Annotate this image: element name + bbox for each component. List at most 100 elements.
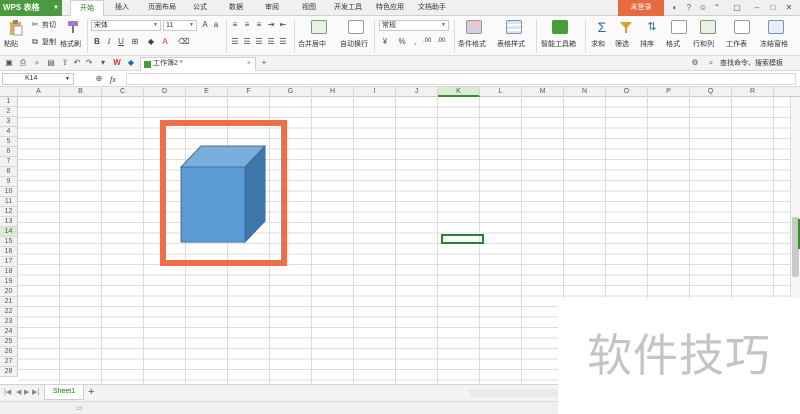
name-box[interactable]: K14 ▼ [2, 73, 74, 85]
sum-button[interactable]: 求和 [591, 40, 605, 49]
row-header[interactable]: 8 [0, 167, 18, 177]
decrease-font-icon[interactable]: a [211, 20, 221, 30]
freeze-panes-button[interactable]: 冻结窗格 [760, 40, 788, 49]
column-header-F[interactable]: F [228, 87, 270, 97]
minimize-icon[interactable]: – [752, 3, 762, 13]
align-middle-icon[interactable]: ≡ [242, 20, 252, 30]
table-style-button[interactable]: 表格样式 [497, 40, 525, 49]
tab-page-layout[interactable]: 页面布局 [142, 0, 182, 16]
row-header[interactable]: 10 [0, 187, 18, 197]
add-sheet-icon[interactable]: + [88, 386, 94, 398]
justify-icon[interactable]: ☰ [266, 37, 276, 47]
search-icon[interactable]: ⌕ [706, 58, 716, 68]
app-menu-button[interactable]: WPS 表格 ▼ [0, 0, 62, 16]
cloud-icon[interactable]: ◆ [126, 58, 136, 68]
row-header[interactable]: 21 [0, 297, 18, 307]
distribute-icon[interactable]: ☰ [278, 37, 288, 47]
tab-developer[interactable]: 开发工具 [328, 0, 368, 16]
decrease-decimal-button[interactable]: .00 [437, 37, 445, 46]
row-header[interactable]: 28 [0, 367, 18, 377]
document-tab[interactable]: 工作簿2 * × [140, 57, 256, 71]
font-color-button[interactable]: A [160, 37, 170, 47]
sum-icon[interactable]: Σ [595, 20, 609, 34]
row-header[interactable]: 26 [0, 347, 18, 357]
settings-icon[interactable]: ⚙ [690, 58, 700, 68]
sort-button[interactable]: 排序 [640, 40, 654, 49]
row-header[interactable]: 2 [0, 107, 18, 117]
currency-button[interactable]: ¥ [380, 37, 390, 47]
row-header[interactable]: 11 [0, 197, 18, 207]
select-all-corner[interactable] [0, 87, 18, 97]
conditional-format-icon[interactable] [466, 20, 482, 34]
cut-button[interactable]: 剪切 [42, 21, 56, 30]
row-header[interactable]: 17 [0, 257, 18, 267]
tab-special[interactable]: 特色应用 [370, 0, 410, 16]
row-header[interactable]: 22 [0, 307, 18, 317]
tab-view[interactable]: 视图 [295, 0, 323, 16]
new-tab-icon[interactable]: + [259, 58, 269, 68]
indent-icon[interactable]: ⇥ [266, 20, 276, 30]
paste-icon[interactable] [8, 20, 24, 36]
row-header[interactable]: 4 [0, 127, 18, 137]
bold-button[interactable]: B [92, 37, 102, 47]
clear-format-icon[interactable]: ⌫ [178, 37, 189, 47]
tab-doc-assistant[interactable]: 文档助手 [412, 0, 452, 16]
help-icon[interactable]: ? [684, 3, 694, 13]
smart-toolbox-icon[interactable] [552, 20, 568, 34]
feedback-icon[interactable]: ☺ [698, 3, 708, 13]
collapse-ribbon-icon[interactable]: ⌃ [712, 3, 722, 13]
row-header[interactable]: 15 [0, 237, 18, 247]
table-style-icon[interactable] [506, 20, 522, 34]
function-button[interactable]: fx [110, 75, 116, 84]
font-name-select[interactable]: 宋体 ▼ [91, 20, 161, 31]
percent-button[interactable]: % [397, 37, 407, 47]
row-header[interactable]: 6 [0, 147, 18, 157]
align-bottom-icon[interactable]: ≡ [254, 20, 264, 30]
skin-icon[interactable]: ◐ [670, 3, 680, 13]
format-button[interactable]: 格式 [666, 40, 680, 49]
underline-button[interactable]: U [116, 37, 126, 47]
align-left-icon[interactable]: ☰ [230, 37, 240, 47]
restore-window-icon[interactable]: ▢ [732, 3, 742, 13]
undo-icon[interactable]: ↶ [72, 58, 82, 68]
format-icon[interactable] [671, 20, 687, 34]
align-right-icon[interactable]: ☰ [254, 37, 264, 47]
close-icon[interactable]: ✕ [784, 3, 794, 13]
column-header-A[interactable]: A [18, 87, 60, 97]
selected-cell-K14[interactable] [441, 234, 484, 244]
worksheet-icon[interactable] [734, 20, 750, 34]
last-sheet-icon[interactable]: ▶| [32, 388, 39, 396]
row-header[interactable]: 20 [0, 287, 18, 297]
sheet-tab[interactable]: Sheet1 [44, 385, 84, 400]
maximize-icon[interactable]: □ [768, 3, 778, 13]
row-header[interactable]: 24 [0, 327, 18, 337]
column-header-L[interactable]: L [480, 87, 522, 97]
row-header-selected[interactable]: 14 [0, 227, 18, 237]
tab-insert[interactable]: 插入 [108, 0, 136, 16]
column-header-I[interactable]: I [354, 87, 396, 97]
tab-review[interactable]: 审阅 [258, 0, 286, 16]
column-header-M[interactable]: M [522, 87, 564, 97]
font-size-select[interactable]: 11 ▼ [163, 20, 197, 31]
export-pdf-icon[interactable]: ▤ [46, 58, 56, 68]
row-column-button[interactable]: 行和列 [693, 40, 714, 49]
redo-icon[interactable]: ↷ [84, 58, 94, 68]
save-icon[interactable]: ▣ [4, 58, 14, 68]
tab-home[interactable]: 开始 [70, 0, 104, 16]
column-header-K[interactable]: K [438, 87, 480, 97]
close-tab-icon[interactable]: × [247, 58, 251, 70]
sort-icon[interactable]: ⇅ [645, 20, 659, 34]
tab-data[interactable]: 数据 [222, 0, 250, 16]
next-sheet-icon[interactable]: ▶ [24, 388, 29, 396]
column-header-G[interactable]: G [270, 87, 312, 97]
wrap-text-button[interactable]: 自动换行 [340, 40, 368, 49]
column-header-Q[interactable]: Q [690, 87, 732, 97]
tab-formulas[interactable]: 公式 [186, 0, 214, 16]
prev-sheet-icon[interactable]: ◀ [16, 388, 21, 396]
align-center-icon[interactable]: ☰ [242, 37, 252, 47]
zoom-icon[interactable]: ⊕ [94, 74, 104, 84]
row-header[interactable]: 7 [0, 157, 18, 167]
row-header[interactable]: 18 [0, 267, 18, 277]
formula-input[interactable] [126, 73, 796, 85]
share-icon[interactable]: ⇪ [60, 58, 70, 68]
